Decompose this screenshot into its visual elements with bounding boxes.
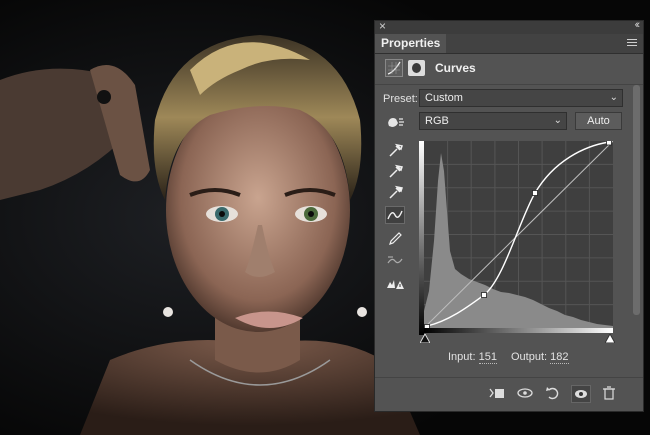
curve-point[interactable]: [481, 292, 487, 298]
preset-select[interactable]: Custom ⌄: [419, 89, 623, 107]
channel-value: RGB: [425, 115, 449, 127]
curve-endpoint-white[interactable]: [606, 141, 612, 146]
gray-eyedropper-icon[interactable]: [385, 162, 405, 180]
white-point-slider-icon[interactable]: [605, 334, 615, 343]
curve-point-tool[interactable]: [385, 206, 405, 224]
adjustment-title: Curves: [435, 61, 476, 75]
panel-top-strip: × ‹‹: [375, 19, 643, 34]
input-label: Input:: [448, 351, 476, 363]
preset-value: Custom: [425, 92, 463, 104]
output-readout: Output: 182: [511, 351, 569, 364]
adjustment-header: Curves: [375, 54, 643, 85]
output-label: Output:: [511, 351, 548, 363]
chevron-down-icon: ⌄: [609, 92, 618, 103]
output-gradient-bar: [419, 141, 424, 335]
delete-icon[interactable]: [599, 385, 619, 403]
preset-label: Preset:: [383, 93, 418, 105]
clip-to-layer-icon[interactable]: [487, 385, 507, 403]
curves-adjustment-icon[interactable]: [385, 59, 403, 77]
collapse-icon[interactable]: ‹‹: [635, 19, 641, 31]
panel-footer: [375, 377, 643, 411]
smooth-icon[interactable]: [385, 251, 405, 269]
auto-button[interactable]: Auto: [575, 112, 622, 130]
input-gradient-bar: [424, 328, 613, 333]
curve-point-icon: [387, 210, 403, 220]
input-value[interactable]: 151: [478, 351, 497, 364]
black-point-slider-icon[interactable]: [420, 334, 430, 343]
curve-point[interactable]: [532, 190, 538, 196]
targeted-adjustment-hand-icon[interactable]: [383, 114, 405, 130]
curves-graph[interactable]: [419, 141, 613, 335]
output-value[interactable]: 182: [550, 351, 569, 364]
visibility-icon[interactable]: [571, 385, 591, 403]
chevron-down-icon: ⌄: [553, 115, 562, 126]
reset-icon[interactable]: [543, 385, 563, 403]
panel-tab-bar: Properties: [375, 34, 643, 54]
view-previous-icon[interactable]: [515, 385, 535, 403]
clipping-warning-icon[interactable]: [385, 274, 405, 292]
input-readout: Input: 151: [448, 351, 497, 364]
white-eyedropper-icon[interactable]: [385, 183, 405, 201]
properties-panel: × ‹‹ Properties Curves Preset: Custom ⌄ …: [374, 19, 644, 412]
scrollbar[interactable]: [633, 85, 640, 315]
tab-properties[interactable]: Properties: [375, 34, 447, 53]
panel-menu-icon[interactable]: [627, 39, 637, 48]
mask-icon[interactable]: [408, 60, 425, 76]
close-icon[interactable]: ×: [379, 19, 386, 33]
channel-select[interactable]: RGB ⌄: [419, 112, 567, 130]
black-eyedropper-icon[interactable]: [385, 141, 405, 159]
pencil-icon[interactable]: [385, 229, 405, 247]
